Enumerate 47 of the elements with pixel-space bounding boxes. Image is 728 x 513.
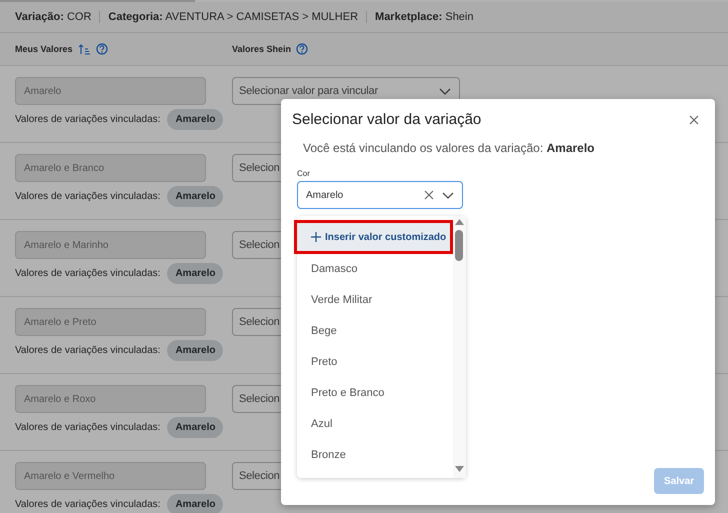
linked-label: Valores de variações vinculadas: bbox=[15, 268, 160, 279]
linked-label: Valores de variações vinculadas: bbox=[15, 422, 160, 433]
column-title: Valores Shein bbox=[232, 44, 292, 54]
close-icon bbox=[689, 114, 699, 124]
value-field: Amarelo bbox=[15, 77, 206, 105]
dialog-title: Selecionar valor da variação bbox=[292, 111, 482, 128]
column-title: Meus Valores bbox=[15, 44, 73, 54]
linked-value-tag: Amarelo bbox=[167, 494, 224, 513]
help-icon[interactable] bbox=[296, 43, 308, 55]
plus-icon bbox=[311, 232, 321, 242]
scrollbar[interactable] bbox=[453, 216, 466, 478]
field-label: Cor bbox=[296, 168, 311, 178]
linked-value-tag: Amarelo bbox=[167, 417, 224, 438]
linked-value-tag: Amarelo bbox=[167, 109, 224, 130]
color-select[interactable]: Amarelo bbox=[297, 181, 463, 209]
scroll-up-icon[interactable] bbox=[455, 219, 464, 225]
linked-label: Valores de variações vinculadas: bbox=[15, 191, 160, 202]
linked-value-tag: Amarelo bbox=[167, 263, 224, 284]
dropdown-option[interactable]: Preto bbox=[297, 346, 453, 377]
close-button[interactable] bbox=[687, 112, 701, 126]
linked-label: Valores de variações vinculadas: bbox=[15, 499, 160, 510]
dialog-subtitle: Você está vinculando os valores da variação: Amarelo bbox=[302, 140, 596, 155]
clear-icon[interactable] bbox=[424, 190, 434, 200]
scroll-down-icon[interactable] bbox=[455, 466, 464, 472]
scrollbar-thumb[interactable] bbox=[455, 230, 463, 261]
chevron-down-icon[interactable] bbox=[442, 192, 454, 198]
value-field: Amarelo e Marinho bbox=[15, 231, 206, 259]
linked-label: Valores de variações vinculadas: bbox=[15, 345, 160, 356]
breadcrumb-text: Variação: COR bbox=[15, 11, 92, 23]
value-field: Amarelo e Roxo bbox=[15, 385, 206, 413]
value-field: Amarelo e Preto bbox=[15, 308, 206, 336]
sort-icon[interactable] bbox=[78, 42, 91, 56]
value-field: Amarelo e Branco bbox=[15, 154, 206, 182]
linked-value-tag: Amarelo bbox=[167, 340, 224, 361]
breadcrumb-text: Categoria: AVENTURA > CAMISETAS > MULHER bbox=[99, 11, 366, 23]
linked-value-tag: Amarelo bbox=[167, 186, 224, 207]
dropdown-option[interactable]: Verde Militar bbox=[297, 284, 453, 315]
dropdown-option[interactable]: Bronze bbox=[297, 439, 453, 470]
dropdown-option[interactable]: Damasco bbox=[297, 253, 453, 284]
value-field: Amarelo e Vermelho bbox=[15, 462, 206, 490]
help-icon[interactable] bbox=[96, 43, 108, 55]
add-custom-option[interactable]: Inserir valor customizado bbox=[294, 220, 453, 254]
dropdown-option[interactable]: Azul bbox=[297, 408, 453, 439]
linked-label: Valores de variações vinculadas: bbox=[15, 114, 160, 125]
breadcrumb-text: Marketplace: Shein bbox=[366, 11, 482, 23]
dropdown-option[interactable]: Bege bbox=[297, 315, 453, 346]
dropdown-option[interactable]: Preto e Branco bbox=[297, 377, 453, 408]
